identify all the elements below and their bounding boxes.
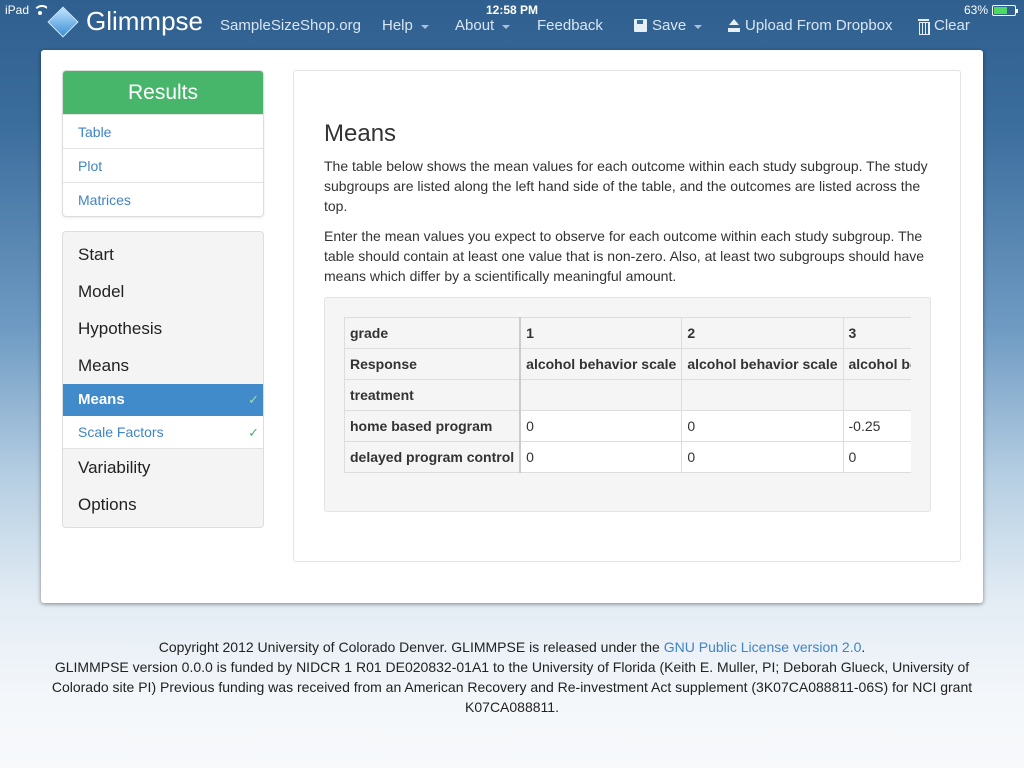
- treatment-cell: [842, 379, 911, 411]
- means-table-well: grade 1 2 3 Response alcohol behavior sc…: [324, 297, 931, 512]
- mean-value-cell[interactable]: 0: [842, 441, 911, 473]
- brand-link[interactable]: Glimmpse: [47, 5, 204, 38]
- results-header: Results: [63, 71, 263, 114]
- step-means[interactable]: Means: [63, 347, 263, 384]
- nav-samplesizeshop-link[interactable]: SampleSizeShop.org: [220, 17, 361, 34]
- table-row: treatment: [344, 379, 911, 411]
- table-row: grade 1 2 3: [344, 317, 911, 349]
- table-row: home based program 0 0 -0.25: [344, 410, 911, 442]
- mean-value-cell[interactable]: 0: [681, 410, 844, 442]
- means-table: grade 1 2 3 Response alcohol behavior sc…: [344, 317, 911, 473]
- nav-save-menu[interactable]: Save: [634, 17, 703, 34]
- results-table-link[interactable]: Table: [63, 114, 263, 148]
- mean-value-cell[interactable]: 0: [519, 410, 683, 442]
- caret-down-icon: [694, 24, 703, 29]
- table-row: Response alcohol behavior scale alcohol …: [344, 348, 911, 380]
- results-plot-link[interactable]: Plot: [63, 148, 263, 182]
- step-means-subitem-active[interactable]: Means ✓: [63, 384, 263, 416]
- nav-upload-label: Upload From Dropbox: [745, 17, 893, 34]
- row-header-grade: grade: [344, 317, 522, 349]
- content-area: Means The table below shows the mean val…: [293, 70, 961, 562]
- glimmpse-logo-icon: [47, 5, 79, 38]
- table-row: delayed program control 0 0 0: [344, 441, 911, 473]
- page-title: Means: [324, 120, 397, 147]
- row-header-home-based-program: home based program: [344, 410, 522, 442]
- footer-funding: GLIMMPSE version 0.0.0 is funded by NIDC…: [51, 659, 973, 715]
- steps-nav: Start Model Hypothesis Means Means ✓ Sca…: [62, 231, 264, 528]
- mean-value-cell[interactable]: 0: [519, 441, 683, 473]
- mean-value-cell[interactable]: 0: [681, 441, 844, 473]
- means-table-scroll[interactable]: grade 1 2 3 Response alcohol behavior sc…: [344, 317, 911, 473]
- checkmark-icon: ✓: [248, 425, 259, 440]
- navbar: Glimmpse SampleSizeShop.org Help About F…: [0, 0, 1024, 50]
- step-start[interactable]: Start: [63, 236, 263, 273]
- caret-down-icon: [420, 24, 429, 29]
- step-scale-factors[interactable]: Scale Factors ✓: [63, 416, 263, 449]
- brand-name: Glimmpse: [86, 6, 204, 36]
- footer-copyright-text: Copyright 2012 University of Colorado De…: [158, 639, 664, 655]
- step-variability[interactable]: Variability: [63, 449, 263, 486]
- nav-save-label: Save: [652, 17, 687, 34]
- nav-help-menu[interactable]: Help: [382, 17, 429, 34]
- nav-clear-label: Clear: [934, 17, 970, 34]
- floppy-disk-icon: [634, 19, 647, 32]
- response-cell: alcohol behavior scale: [681, 348, 844, 380]
- row-header-treatment: treatment: [344, 379, 522, 411]
- upload-icon: [728, 19, 740, 32]
- means-instructions: Enter the mean values you expect to obse…: [324, 228, 925, 284]
- means-description: The table below shows the mean values fo…: [324, 158, 928, 214]
- checkmark-icon: ✓: [248, 392, 259, 407]
- footer: Copyright 2012 University of Colorado De…: [40, 637, 984, 717]
- grade-cell: 2: [681, 317, 844, 349]
- results-box: Results Table Plot Matrices: [62, 70, 264, 217]
- step-model[interactable]: Model: [63, 273, 263, 310]
- nav-upload-dropbox-button[interactable]: Upload From Dropbox: [728, 17, 893, 34]
- response-cell: alcohol behavior scale: [842, 348, 911, 380]
- step-means-sub-label: Means: [78, 391, 125, 408]
- row-header-response: Response: [344, 348, 522, 380]
- row-header-delayed-program-control: delayed program control: [344, 441, 522, 473]
- step-scale-factors-label: Scale Factors: [78, 424, 164, 440]
- nav-about-menu[interactable]: About: [455, 17, 511, 34]
- main-panel: Results Table Plot Matrices Start Model …: [41, 50, 983, 603]
- footer-period: .: [861, 639, 866, 655]
- nav-feedback-label: Feedback: [537, 17, 603, 34]
- results-matrices-link[interactable]: Matrices: [63, 182, 263, 216]
- step-options[interactable]: Options: [63, 486, 263, 523]
- trash-icon: [918, 18, 930, 35]
- grade-cell: 3: [842, 317, 911, 349]
- mean-value-cell[interactable]: -0.25: [842, 410, 911, 442]
- caret-down-icon: [502, 24, 511, 29]
- nav-samplesizeshop-label: SampleSizeShop.org: [220, 17, 361, 34]
- response-cell: alcohol behavior scale: [519, 348, 683, 380]
- treatment-cell: [519, 379, 683, 411]
- treatment-cell: [681, 379, 844, 411]
- nav-feedback-link[interactable]: Feedback: [537, 17, 603, 34]
- nav-clear-button[interactable]: Clear: [918, 17, 970, 35]
- nav-about-label: About: [455, 17, 495, 34]
- step-hypothesis[interactable]: Hypothesis: [63, 310, 263, 347]
- footer-copyright: Copyright 2012 University of Colorado De…: [40, 637, 984, 657]
- nav-help-label: Help: [382, 17, 413, 34]
- grade-cell: 1: [519, 317, 683, 349]
- gnu-license-link[interactable]: GNU Public License version 2.0: [664, 639, 862, 655]
